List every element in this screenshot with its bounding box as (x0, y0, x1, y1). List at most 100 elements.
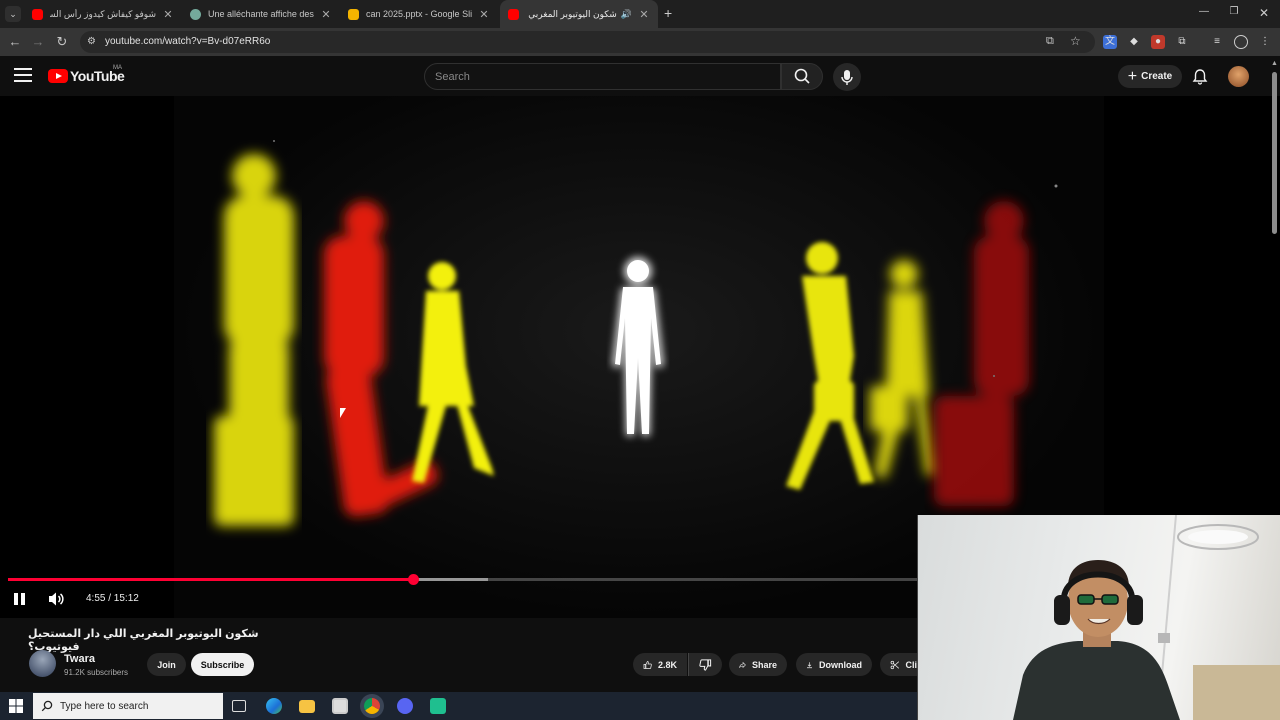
scroll-up-arrow-icon[interactable]: ▲ (1271, 60, 1278, 67)
share-label: Share (751, 659, 777, 670)
volume-button[interactable] (47, 591, 65, 607)
download-label: Download (819, 659, 862, 670)
progress-bar[interactable] (8, 574, 918, 585)
install-app-icon[interactable]: ⧉ (1046, 35, 1054, 48)
speaker-icon[interactable]: 🔊 (621, 9, 632, 20)
translate-extension-icon[interactable]: 文 (1103, 35, 1117, 49)
create-label: Create (1141, 71, 1173, 82)
chrome-browser-icon[interactable] (364, 698, 380, 714)
address-bar[interactable]: ⚙ youtube.com/watch?v=Bv-d07eRR6o ⧉ ☆ (80, 31, 1095, 53)
youtube-favicon-icon (32, 8, 43, 20)
media-control-icon[interactable]: ≡ (1210, 35, 1224, 49)
taskbar-search-placeholder: Type here to search (60, 700, 149, 712)
like-button[interactable]: 2.8K (633, 653, 687, 676)
close-tab-icon[interactable]: ✕ (320, 8, 332, 21)
mouse-cursor-icon (340, 408, 346, 418)
file-explorer-icon[interactable] (299, 700, 315, 713)
youtube-favicon-icon (508, 8, 519, 20)
youtube-masthead: YouTube MA + Create (0, 56, 1280, 96)
browser-menu-icon[interactable]: ⋮ (1258, 35, 1272, 49)
extension-icon[interactable]: ◆ (1127, 35, 1141, 49)
account-avatar[interactable] (1228, 66, 1249, 87)
played-bar (8, 578, 413, 581)
tab-label: شوفو كيفاش كيدوز رأس السنة قد (50, 8, 156, 19)
browser-toolbar: ← → ↻ ⚙ youtube.com/watch?v=Bv-d07eRR6o … (0, 28, 1280, 56)
notifications-button[interactable] (1191, 68, 1209, 86)
voice-search-button[interactable] (833, 63, 861, 91)
url-text: youtube.com/watch?v=Bv-d07eRR6o (105, 36, 271, 47)
subscribe-button[interactable]: Subscribe (191, 653, 254, 676)
search-button[interactable] (781, 63, 823, 90)
profile-icon[interactable] (1234, 35, 1248, 49)
join-button[interactable]: Join (147, 653, 186, 676)
subscriber-count: 91.2K subscribers (64, 668, 129, 677)
windows-start-icon[interactable] (9, 699, 23, 713)
forward-icon[interactable]: → (29, 34, 47, 49)
new-tab-button[interactable]: + (664, 5, 672, 21)
close-window-button[interactable]: ✕ (1252, 6, 1276, 20)
tab-label: Une alléchante affiche des huit (208, 9, 314, 19)
slides-favicon-icon (348, 8, 359, 20)
share-icon (739, 661, 746, 668)
discord-app-icon[interactable] (397, 698, 413, 714)
channel-name[interactable]: Twara (64, 653, 95, 665)
create-button[interactable]: + Create (1118, 65, 1182, 88)
pause-button[interactable] (14, 592, 28, 606)
news-favicon-icon (190, 8, 201, 20)
scrollbar-thumb[interactable] (1272, 72, 1277, 234)
scrubber-handle[interactable] (407, 574, 419, 585)
download-icon (807, 661, 812, 668)
microsoft-store-icon[interactable] (332, 698, 348, 714)
channel-avatar[interactable] (29, 650, 56, 677)
edge-browser-icon[interactable] (266, 698, 282, 714)
plus-icon: + (1127, 67, 1138, 85)
webcam-person-image (1013, 515, 1280, 720)
site-info-icon[interactable]: ⚙ (87, 36, 96, 47)
back-icon[interactable]: ← (6, 34, 24, 49)
puzzle-extensions-icon[interactable]: ⧉ (1175, 35, 1189, 49)
clip-label: Cli (905, 659, 917, 670)
search-icon (794, 68, 810, 84)
dislike-button[interactable] (688, 653, 722, 676)
search-icon (41, 700, 53, 712)
bookmark-star-icon[interactable]: ☆ (1070, 34, 1081, 48)
clip-button[interactable]: Cli (880, 653, 917, 676)
browser-tab-active[interactable]: شكون اليوتيوبر المغربي اللي 🔊 ✕ (500, 0, 658, 28)
close-tab-icon[interactable]: ✕ (162, 8, 174, 21)
search-input[interactable] (425, 64, 780, 89)
mic-icon (841, 70, 853, 85)
time-display: 4:55 / 15:12 (86, 593, 139, 604)
browser-tab[interactable]: can 2025.pptx - Google Slides ✕ (340, 0, 498, 28)
minimize-button[interactable]: — (1192, 6, 1216, 17)
region-code: MA (113, 65, 122, 71)
record-extension-icon[interactable]: ● (1151, 35, 1165, 49)
tab-label: شكون اليوتيوبر المغربي اللي (526, 8, 617, 19)
youtube-play-logo-icon (48, 69, 68, 83)
close-tab-icon[interactable]: ✕ (638, 8, 650, 21)
browser-tab[interactable]: شوفو كيفاش كيدوز رأس السنة قد ✕ (24, 0, 182, 28)
like-count: 2.8K (657, 659, 677, 670)
taskbar-search[interactable]: Type here to search (33, 693, 223, 719)
scissors-icon (890, 660, 900, 669)
browser-tab[interactable]: Une alléchante affiche des huit ✕ (182, 0, 340, 28)
volume-icon (49, 592, 64, 606)
share-button[interactable]: Share (729, 653, 787, 676)
pause-icon (14, 593, 18, 605)
webcam-overlay (917, 515, 1280, 720)
task-view-icon[interactable] (232, 700, 246, 712)
bell-icon (1192, 69, 1208, 85)
windows-taskbar: Type here to search (0, 692, 917, 720)
search-box (424, 63, 781, 90)
green-app-icon[interactable] (430, 698, 446, 714)
hamburger-menu-icon[interactable] (14, 68, 32, 84)
browser-tab-strip: ⌄ شوفو كيفاش كيدوز رأس السنة قد ✕ Une al… (0, 0, 1280, 28)
thumbs-down-icon (699, 658, 712, 671)
youtube-logo[interactable]: YouTube MA (48, 65, 125, 84)
thumbs-up-icon (643, 660, 652, 669)
reload-icon[interactable]: ↻ (53, 34, 71, 50)
download-button[interactable]: Download (796, 653, 872, 676)
tab-label: can 2025.pptx - Google Slides (366, 9, 472, 19)
tab-search-dropdown[interactable]: ⌄ (5, 6, 21, 22)
close-tab-icon[interactable]: ✕ (478, 8, 490, 21)
restore-button[interactable]: ❐ (1222, 6, 1246, 17)
